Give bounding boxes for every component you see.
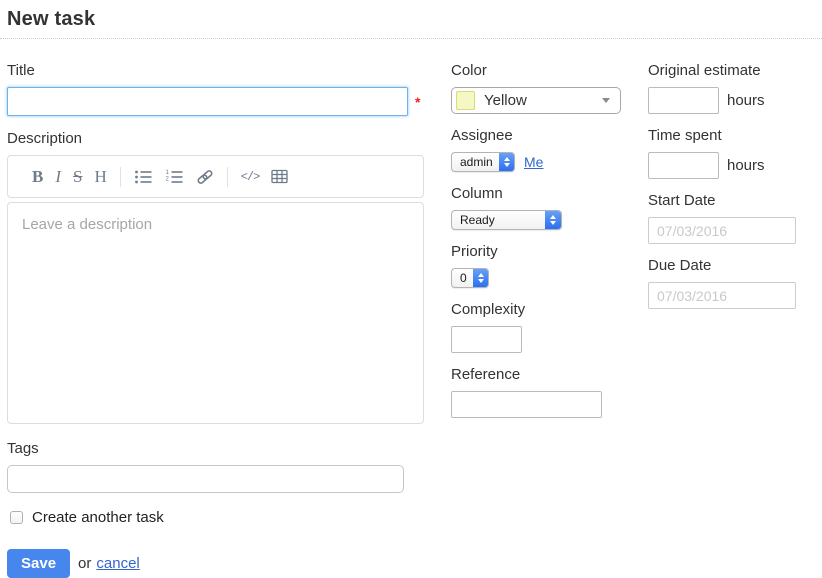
color-dropdown[interactable]: Yellow xyxy=(451,87,621,114)
reference-label: Reference xyxy=(451,366,623,383)
code-icon[interactable]: </> xyxy=(235,168,266,186)
color-label: Color xyxy=(451,62,623,79)
assign-to-me-link[interactable]: Me xyxy=(524,154,543,170)
description-toolbar: B I S H xyxy=(7,155,424,198)
title-input[interactable] xyxy=(7,87,408,116)
cancel-link[interactable]: cancel xyxy=(96,555,139,572)
description-textarea[interactable] xyxy=(7,202,424,424)
priority-selected-value: 0 xyxy=(452,269,473,287)
tags-input[interactable] xyxy=(7,465,404,493)
assignee-select[interactable]: admin xyxy=(451,152,515,172)
assignee-row: admin Me xyxy=(451,152,623,172)
ordered-list-icon[interactable]: 1 2 xyxy=(159,167,190,187)
reference-input[interactable] xyxy=(451,391,602,418)
create-another-row: Create another task xyxy=(7,509,425,526)
description-label: Description xyxy=(7,130,425,147)
chevron-down-icon xyxy=(602,98,610,103)
save-button[interactable]: Save xyxy=(7,549,70,578)
title-label: Title xyxy=(7,62,425,79)
table-icon[interactable] xyxy=(265,167,294,186)
time-spent-input[interactable] xyxy=(648,152,719,179)
unordered-list-icon[interactable] xyxy=(128,167,159,187)
column-label: Column xyxy=(451,185,623,202)
action-row: Save or cancel xyxy=(7,549,425,578)
page-header: New task xyxy=(0,8,822,39)
color-swatch-yellow xyxy=(456,91,475,110)
column-selected-value: Ready xyxy=(452,211,545,229)
toolbar-separator xyxy=(227,167,228,187)
strikethrough-icon[interactable]: S xyxy=(67,166,88,187)
color-selected-value: Yellow xyxy=(484,92,602,109)
italic-icon[interactable]: I xyxy=(49,166,67,187)
time-spent-row: hours xyxy=(648,152,822,179)
title-row: * xyxy=(7,87,425,116)
page-title: New task xyxy=(7,8,822,31)
original-estimate-input[interactable] xyxy=(648,87,719,114)
bold-icon[interactable]: B xyxy=(26,166,49,187)
assignee-label: Assignee xyxy=(451,127,623,144)
complexity-label: Complexity xyxy=(451,301,623,318)
middle-column: Color Yellow Assignee admin Me Column Re… xyxy=(451,62,623,418)
svg-text:1: 1 xyxy=(165,170,169,176)
new-task-page: New task Title * Description B I S xyxy=(0,0,822,578)
start-date-label: Start Date xyxy=(648,192,822,209)
select-stepper-icon xyxy=(545,211,561,229)
svg-text:2: 2 xyxy=(165,176,169,182)
or-text: or xyxy=(78,555,91,572)
original-estimate-row: hours xyxy=(648,87,822,114)
new-task-form: Title * Description B I S H xyxy=(0,62,822,578)
priority-select[interactable]: 0 xyxy=(451,268,489,288)
create-another-label: Create another task xyxy=(32,509,164,526)
hours-suffix: hours xyxy=(727,157,765,174)
select-stepper-icon xyxy=(473,269,489,287)
time-spent-label: Time spent xyxy=(648,127,822,144)
assignee-selected-value: admin xyxy=(452,153,499,171)
due-date-input[interactable] xyxy=(648,282,796,309)
right-column: Original estimate hours Time spent hours… xyxy=(648,62,822,309)
heading-icon[interactable]: H xyxy=(88,166,112,187)
start-date-input[interactable] xyxy=(648,217,796,244)
due-date-label: Due Date xyxy=(648,257,822,274)
required-asterisk: * xyxy=(415,94,420,110)
select-stepper-icon xyxy=(499,153,515,171)
create-another-checkbox[interactable] xyxy=(10,511,23,524)
hours-suffix: hours xyxy=(727,92,765,109)
complexity-input[interactable] xyxy=(451,326,522,353)
toolbar-separator xyxy=(120,167,121,187)
tags-label: Tags xyxy=(7,440,425,457)
link-icon[interactable] xyxy=(190,167,220,187)
left-column: Title * Description B I S H xyxy=(7,62,425,578)
original-estimate-label: Original estimate xyxy=(648,62,822,79)
column-select[interactable]: Ready xyxy=(451,210,562,230)
priority-label: Priority xyxy=(451,243,623,260)
